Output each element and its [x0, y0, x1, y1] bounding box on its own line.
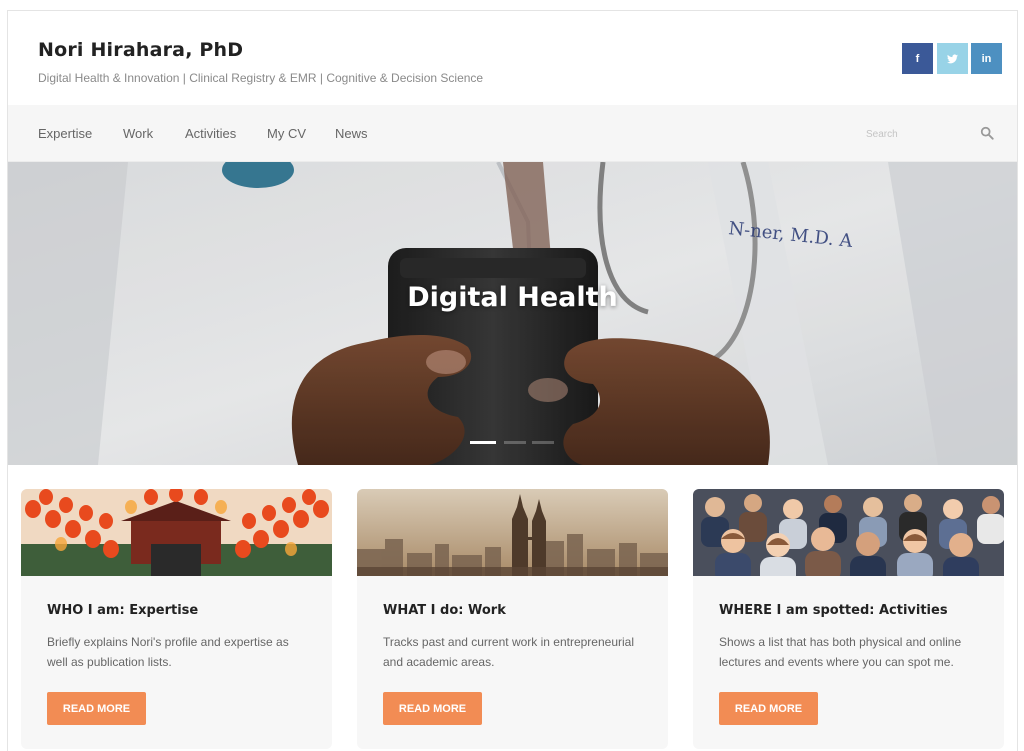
slider-dot-1[interactable] [470, 441, 496, 444]
nav-item-work[interactable]: Work [123, 126, 153, 141]
page-frame: Nori Hirahara, PhD Digital Health & Inno… [7, 10, 1018, 751]
read-more-button[interactable]: READ MORE [383, 692, 482, 725]
card-work: WHAT I do: Work Tracks past and current … [357, 489, 668, 749]
card-image-audience[interactable] [693, 489, 1004, 576]
card-text: Briefly explains Nori's profile and expe… [47, 635, 289, 669]
site-tagline: Digital Health & Innovation | Clinical R… [38, 71, 484, 85]
card-activities: WHERE I am spotted: Activities Shows a l… [693, 489, 1004, 749]
nav-item-news[interactable]: News [335, 126, 368, 141]
hero-image: N-ner, M.D. A [8, 162, 1017, 465]
card-image-lanterns[interactable] [21, 489, 332, 576]
lanterns-temple-image [21, 489, 332, 576]
slider-dot-2[interactable] [504, 441, 526, 444]
card-image-city[interactable] [357, 489, 668, 576]
nav-item-my-cv[interactable]: My CV [267, 126, 306, 141]
site-header: Nori Hirahara, PhD Digital Health & Inno… [8, 11, 1017, 105]
read-more-button[interactable]: READ MORE [47, 692, 146, 725]
linkedin-icon: in [981, 52, 992, 65]
facebook-button[interactable]: f [902, 43, 933, 74]
search-icon[interactable] [980, 126, 994, 140]
hero-title: Digital Health [407, 282, 618, 313]
card-title: WHO I am: Expertise [47, 603, 199, 618]
search-input[interactable] [866, 121, 976, 147]
hero-slider[interactable]: N-ner, M.D. A Digital Health [8, 162, 1017, 465]
card-text: Shows a list that has both physical and … [719, 635, 962, 669]
nav-item-activities[interactable]: Activities [185, 126, 236, 141]
linkedin-button[interactable]: in [971, 43, 1002, 74]
card-text: Tracks past and current work in entrepre… [383, 635, 635, 669]
facebook-icon: f [915, 52, 920, 65]
city-skyline-image [357, 489, 668, 576]
card-title: WHERE I am spotted: Activities [719, 603, 948, 618]
card-title: WHAT I do: Work [383, 603, 506, 618]
read-more-button[interactable]: READ MORE [719, 692, 818, 725]
audience-image [693, 489, 1004, 576]
main-nav: Expertise Work Activities My CV News [8, 105, 1017, 162]
slider-dot-3[interactable] [532, 441, 554, 444]
twitter-button[interactable] [937, 43, 968, 74]
card-expertise: WHO I am: Expertise Briefly explains Nor… [21, 489, 332, 749]
nav-item-expertise[interactable]: Expertise [38, 126, 92, 141]
twitter-icon [947, 53, 958, 63]
site-title[interactable]: Nori Hirahara, PhD [38, 39, 243, 61]
